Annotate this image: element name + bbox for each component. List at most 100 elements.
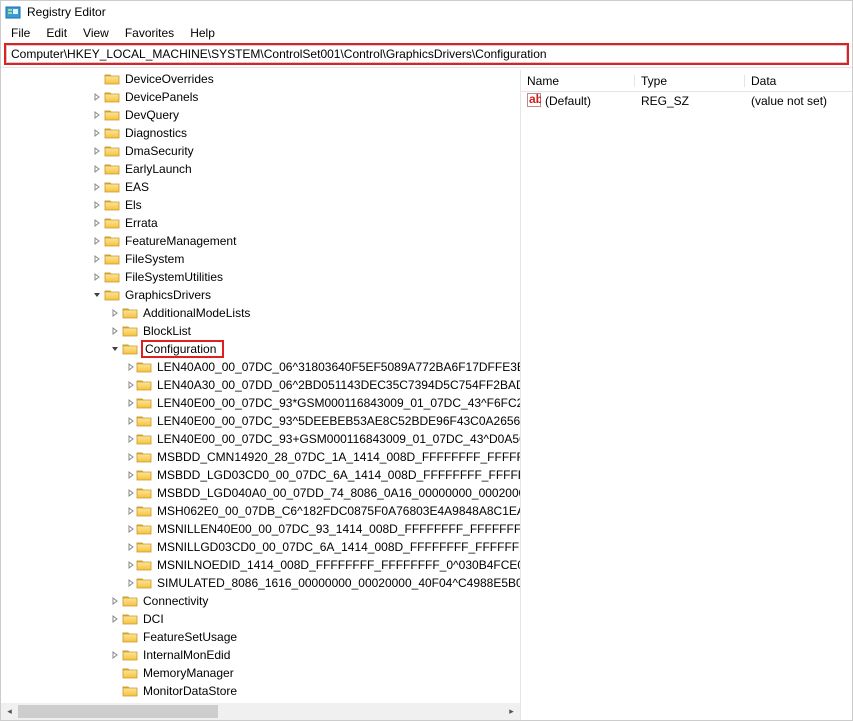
folder-icon: [104, 216, 120, 230]
tree-item[interactable]: FeatureSetUsage: [1, 628, 520, 646]
tree-item[interactable]: EAS: [1, 178, 520, 196]
tree-item[interactable]: MemoryManager: [1, 664, 520, 682]
tree-item-label: LEN40E00_00_07DC_93^5DEEBEB53AE8C52BDE96…: [155, 414, 520, 428]
tree-item[interactable]: MonitorDataStore: [1, 682, 520, 700]
expand-right-icon[interactable]: [109, 309, 121, 317]
tree-item[interactable]: LEN40A00_00_07DC_06^31803640F5EF5089A772…: [1, 358, 520, 376]
expand-right-icon[interactable]: [127, 579, 135, 587]
tree-item[interactable]: EarlyLaunch: [1, 160, 520, 178]
column-name[interactable]: Name: [521, 72, 635, 90]
tree-item[interactable]: GraphicsDrivers: [1, 286, 520, 304]
tree-item[interactable]: DCI: [1, 610, 520, 628]
expand-right-icon[interactable]: [91, 129, 103, 137]
expand-right-icon[interactable]: [127, 417, 135, 425]
expand-right-icon[interactable]: [109, 597, 121, 605]
expand-right-icon[interactable]: [91, 237, 103, 245]
expand-right-icon[interactable]: [127, 399, 135, 407]
expand-right-icon[interactable]: [127, 381, 135, 389]
expand-down-icon[interactable]: [109, 345, 121, 353]
expand-right-icon[interactable]: [91, 165, 103, 173]
tree-item-label: LEN40A30_00_07DD_06^2BD051143DEC35C7394D…: [155, 378, 520, 392]
expand-right-icon[interactable]: [91, 93, 103, 101]
expand-right-icon[interactable]: [91, 183, 103, 191]
scroll-track[interactable]: [18, 703, 503, 720]
expand-right-icon[interactable]: [127, 525, 135, 533]
tree-item[interactable]: MSH062E0_00_07DB_C6^182FDC0875F0A76803E4…: [1, 502, 520, 520]
tree-item[interactable]: DeviceOverrides: [1, 70, 520, 88]
tree-item-label: MSNILLGD03CD0_00_07DC_6A_1414_008D_FFFFF…: [155, 540, 520, 554]
tree-item[interactable]: InternalMonEdid: [1, 646, 520, 664]
menu-view[interactable]: View: [75, 24, 117, 42]
tree-item[interactable]: FeatureManagement: [1, 232, 520, 250]
menu-file[interactable]: File: [3, 24, 38, 42]
expand-right-icon[interactable]: [127, 363, 135, 371]
tree-item-label: LEN40E00_00_07DC_93*GSM000116843009_01_0…: [155, 396, 520, 410]
expand-right-icon[interactable]: [127, 561, 135, 569]
expand-right-icon[interactable]: [127, 489, 135, 497]
expand-right-icon[interactable]: [127, 507, 135, 515]
expand-right-icon[interactable]: [91, 273, 103, 281]
folder-icon: [104, 288, 120, 302]
tree-item[interactable]: DevQuery: [1, 106, 520, 124]
tree-item[interactable]: MSBDD_CMN14920_28_07DC_1A_1414_008D_FFFF…: [1, 448, 520, 466]
tree-item[interactable]: MSBDD_LGD040A0_00_07DD_74_8086_0A16_0000…: [1, 484, 520, 502]
folder-icon: [122, 324, 138, 338]
menu-favorites[interactable]: Favorites: [117, 24, 182, 42]
tree-item[interactable]: LEN40E00_00_07DC_93*GSM000116843009_01_0…: [1, 394, 520, 412]
expand-right-icon[interactable]: [91, 201, 103, 209]
expand-right-icon[interactable]: [91, 219, 103, 227]
expand-right-icon[interactable]: [91, 255, 103, 263]
tree-item[interactable]: Configuration: [1, 340, 520, 358]
menu-edit[interactable]: Edit: [38, 24, 75, 42]
scroll-thumb[interactable]: [18, 705, 218, 718]
tree-item[interactable]: Els: [1, 196, 520, 214]
address-bar[interactable]: Computer\HKEY_LOCAL_MACHINE\SYSTEM\Contr…: [6, 45, 847, 63]
folder-icon: [104, 108, 120, 122]
tree-item[interactable]: LEN40E00_00_07DC_93^5DEEBEB53AE8C52BDE96…: [1, 412, 520, 430]
tree-item[interactable]: BlockList: [1, 322, 520, 340]
tree-item[interactable]: FileSystemUtilities: [1, 268, 520, 286]
expand-right-icon[interactable]: [109, 651, 121, 659]
tree-item-label: Els: [123, 198, 144, 212]
tree-item-label: LEN40E00_00_07DC_93+GSM000116843009_01_0…: [155, 432, 520, 446]
expand-right-icon[interactable]: [127, 453, 135, 461]
expand-down-icon[interactable]: [91, 291, 103, 299]
tree-item-label: SIMULATED_8086_1616_00000000_00020000_40…: [155, 576, 520, 590]
tree-item[interactable]: FileSystem: [1, 250, 520, 268]
folder-icon: [136, 450, 152, 464]
tree-item[interactable]: DevicePanels: [1, 88, 520, 106]
tree-item[interactable]: AdditionalModeLists: [1, 304, 520, 322]
tree-item[interactable]: LEN40E00_00_07DC_93+GSM000116843009_01_0…: [1, 430, 520, 448]
expand-right-icon[interactable]: [109, 327, 121, 335]
expand-right-icon[interactable]: [127, 471, 135, 479]
tree-item-label: Connectivity: [141, 594, 210, 608]
folder-icon: [136, 522, 152, 536]
expand-right-icon[interactable]: [109, 615, 121, 623]
tree-item[interactable]: DmaSecurity: [1, 142, 520, 160]
tree-item[interactable]: LEN40A30_00_07DD_06^2BD051143DEC35C7394D…: [1, 376, 520, 394]
value-row[interactable]: ab (Default) REG_SZ (value not set): [521, 92, 852, 110]
tree-item-label: MSNILNOEDID_1414_008D_FFFFFFFF_FFFFFFFF_…: [155, 558, 520, 572]
expand-right-icon[interactable]: [127, 543, 135, 551]
scroll-right-button[interactable]: ▸: [503, 703, 520, 720]
expand-right-icon[interactable]: [91, 147, 103, 155]
tree-item[interactable]: Errata: [1, 214, 520, 232]
tree-item[interactable]: MSBDD_LGD03CD0_00_07DC_6A_1414_008D_FFFF…: [1, 466, 520, 484]
column-type[interactable]: Type: [635, 72, 745, 90]
tree-item[interactable]: Diagnostics: [1, 124, 520, 142]
horizontal-scrollbar[interactable]: ◂ ▸: [1, 703, 520, 720]
tree-item[interactable]: MSNILLEN40E00_00_07DC_93_1414_008D_FFFFF…: [1, 520, 520, 538]
scroll-left-button[interactable]: ◂: [1, 703, 18, 720]
tree-item[interactable]: MSNILNOEDID_1414_008D_FFFFFFFF_FFFFFFFF_…: [1, 556, 520, 574]
menu-help[interactable]: Help: [182, 24, 223, 42]
column-data[interactable]: Data: [745, 72, 852, 90]
expand-right-icon[interactable]: [91, 111, 103, 119]
folder-icon: [104, 198, 120, 212]
tree-item[interactable]: Connectivity: [1, 592, 520, 610]
tree-item-label: FeatureSetUsage: [141, 630, 239, 644]
tree-item[interactable]: SIMULATED_8086_1616_00000000_00020000_40…: [1, 574, 520, 592]
expand-right-icon[interactable]: [127, 435, 135, 443]
tree-item[interactable]: MSNILLGD03CD0_00_07DC_6A_1414_008D_FFFFF…: [1, 538, 520, 556]
folder-icon: [136, 468, 152, 482]
tree-item-label: FileSystem: [123, 252, 186, 266]
